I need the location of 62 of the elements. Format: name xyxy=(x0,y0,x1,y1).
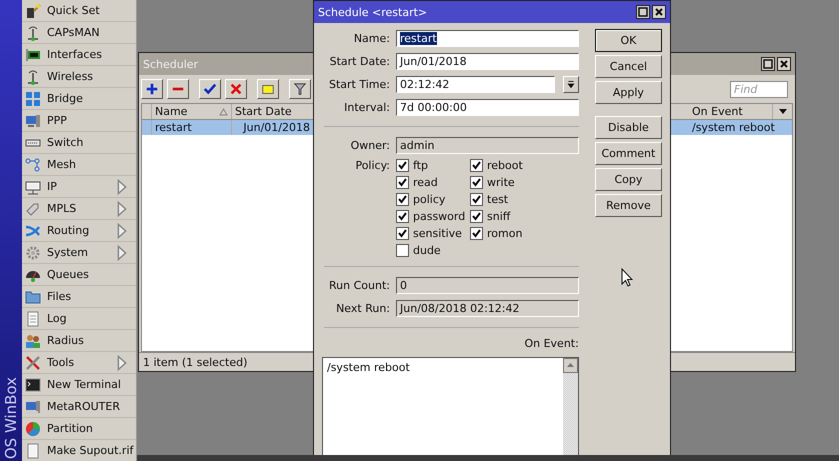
sidebar-item[interactable]: Queues xyxy=(22,264,136,286)
checkbox-label: password xyxy=(413,210,466,223)
sidebar-item[interactable]: Switch xyxy=(22,132,136,154)
checkbox-label: test xyxy=(487,193,508,206)
brand-text: OS WinBox xyxy=(2,376,20,461)
sidebar-item[interactable]: New Terminal xyxy=(22,374,136,396)
field-label: On Event: xyxy=(524,337,579,350)
checkbox-label: write xyxy=(487,176,515,189)
sidebar-item[interactable]: Quick Set xyxy=(22,0,136,22)
text-area[interactable]: /system reboot xyxy=(322,357,579,455)
checkbox-label: romon xyxy=(487,227,522,240)
sidebar-item[interactable]: CAPsMAN xyxy=(22,22,136,44)
sidebar-item[interactable]: Interfaces xyxy=(22,44,136,66)
dialog-button[interactable]: Remove xyxy=(594,194,662,217)
sidebar-item[interactable]: Tools xyxy=(22,352,136,374)
column-header[interactable]: Name xyxy=(152,104,232,119)
dialog-button[interactable]: Comment xyxy=(594,142,662,165)
sidebar-item[interactable]: MetaROUTER xyxy=(22,396,136,418)
column-header[interactable]: On Event xyxy=(689,104,773,119)
field-label: Start Date: xyxy=(328,55,390,68)
field-label: Run Count: xyxy=(328,279,390,292)
field-label: Interval: xyxy=(343,101,390,114)
field-label: Next Run: xyxy=(335,302,390,315)
text-field[interactable]: restart xyxy=(396,30,579,47)
text-field[interactable]: Jun/01/2018 xyxy=(396,53,579,70)
text-field[interactable]: 02:12:42 xyxy=(396,76,555,93)
sidebar-item[interactable]: Files xyxy=(22,286,136,308)
sidebar-item[interactable]: Mesh xyxy=(22,154,136,176)
find-field[interactable]: Find xyxy=(730,80,788,98)
dialog-button[interactable]: Apply xyxy=(594,81,662,104)
dialog-button[interactable]: OK xyxy=(594,29,662,52)
sidebar-item[interactable]: Bridge xyxy=(22,88,136,110)
sidebar-item[interactable]: System xyxy=(22,242,136,264)
sidebar-item[interactable]: PPP xyxy=(22,110,136,132)
table-cell: /system reboot xyxy=(689,120,773,135)
status-text: 1 item (1 selected) xyxy=(143,356,248,368)
field-label: Name: xyxy=(352,32,390,45)
checkbox-label: reboot xyxy=(487,159,523,172)
window-title: Scheduler xyxy=(143,58,198,70)
field-label: Policy: xyxy=(354,159,390,174)
checkbox-label: ftp xyxy=(413,159,428,172)
checkbox-label: policy xyxy=(413,193,446,206)
window-title: Schedule <restart> xyxy=(318,6,428,18)
sidebar-item[interactable]: IP xyxy=(22,176,136,198)
checkbox-label: sensitive xyxy=(413,227,462,240)
sidebar-item[interactable]: Wireless xyxy=(22,66,136,88)
dialog-button[interactable]: Copy xyxy=(594,168,662,191)
dialog-button[interactable]: Cancel xyxy=(594,55,662,78)
dialog-button[interactable]: Disable xyxy=(594,116,662,139)
sidebar-item[interactable]: MPLS xyxy=(22,198,136,220)
field-label: Owner: xyxy=(350,139,390,152)
checkbox-label: read xyxy=(413,176,438,189)
field-label: Start Time: xyxy=(328,78,390,91)
sidebar-item[interactable]: Make Supout.rif xyxy=(22,440,136,461)
checkbox-label: sniff xyxy=(487,210,510,223)
sidebar-item[interactable]: Routing xyxy=(22,220,136,242)
checkbox-label: dude xyxy=(413,244,441,257)
sidebar-item[interactable]: Partition xyxy=(22,418,136,440)
text-field[interactable]: 7d 00:00:00 xyxy=(396,99,579,116)
table-cell: restart xyxy=(152,120,232,135)
sidebar-item[interactable]: Log xyxy=(22,308,136,330)
sidebar-item[interactable]: Radius xyxy=(22,330,136,352)
